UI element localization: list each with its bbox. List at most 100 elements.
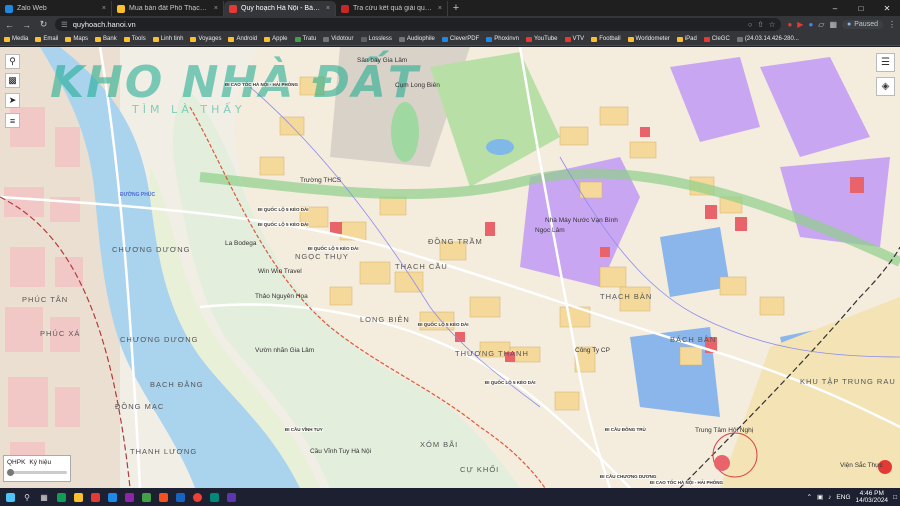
extension-adblock-icon[interactable]: ●	[787, 20, 792, 29]
tab-favicon-icon	[229, 4, 237, 13]
profile-button[interactable]: ● Paused	[842, 20, 883, 29]
tab-close-icon[interactable]: ×	[102, 5, 106, 12]
map-tools-icon[interactable]: ≡	[5, 113, 20, 128]
opacity-slider[interactable]	[7, 469, 67, 476]
zoom-icon[interactable]: ○	[748, 20, 753, 29]
bookmark-item[interactable]: Apple	[264, 36, 288, 42]
area-label: ĐỒNG MẠC	[115, 402, 165, 411]
bookmark-item[interactable]: Phoxinvn	[486, 36, 519, 42]
task-view-icon[interactable]: ▦	[37, 491, 51, 503]
maximize-icon[interactable]: □	[848, 0, 874, 16]
taskbar-app-5-icon[interactable]	[122, 491, 136, 503]
search-icon[interactable]: ⚲	[20, 491, 34, 503]
bookmark-item[interactable]: CleGC	[703, 36, 730, 42]
bookmark-label: Tratu	[302, 36, 317, 42]
sidepanel-icon[interactable]: ▦	[829, 20, 837, 29]
map-search-icon[interactable]: ⚲	[5, 54, 20, 69]
bookmark-folder-icon	[676, 36, 683, 42]
tray-chevron-icon[interactable]: ⌃	[807, 493, 812, 501]
area-label: PHÚC TÂN	[22, 295, 69, 304]
extension-translate-icon[interactable]: ●	[808, 20, 813, 29]
bookmark-folder-icon	[4, 36, 10, 42]
share-icon[interactable]: ⇧	[757, 20, 763, 29]
bookmark-item[interactable]: Android	[228, 36, 257, 42]
bookmark-item[interactable]: Tools	[123, 36, 146, 42]
bookmark-item[interactable]: Linh tinh	[152, 36, 183, 42]
map-locate-icon[interactable]: ➤	[5, 93, 20, 108]
language-indicator[interactable]: ENG	[836, 494, 850, 501]
tab-0[interactable]: Zalo Web ×	[0, 1, 112, 16]
bookmark-item[interactable]: Worldometer	[627, 36, 670, 42]
extensions-puzzle-icon[interactable]: ▱	[818, 20, 824, 29]
bookmark-item[interactable]: iPad	[676, 36, 697, 42]
tab-1[interactable]: Mua bán đất Phố Thạch Cầu, Gia... ×	[112, 1, 224, 16]
legend-panel[interactable]: QHPK Ký hiệu	[3, 455, 71, 482]
browser-toolbar: ← → ↻ ☰ quyhoach.hanoi.vn ○ ⇧ ☆ ● ▶ ● ▱ …	[0, 16, 900, 33]
taskbar-chrome-icon[interactable]	[190, 491, 204, 503]
bookmark-item[interactable]: (24.03.14.426-280...	[736, 36, 799, 42]
close-window-icon[interactable]: ✕	[874, 0, 900, 16]
tab-3[interactable]: Tra cứu kết quả giải quyết TTHC ×	[336, 1, 448, 16]
bookmark-star-icon[interactable]: ☆	[769, 20, 776, 29]
volume-icon[interactable]: ♪	[828, 494, 831, 501]
taskbar-app-1-icon[interactable]	[54, 491, 68, 503]
map-print-icon[interactable]: ▩	[5, 73, 20, 88]
tab-2[interactable]: Quy hoạch Hà Nội - Bản đồ ×	[224, 1, 336, 16]
taskbar-app-7-icon[interactable]	[156, 491, 170, 503]
bookmark-item[interactable]: CleverPDF	[441, 36, 479, 42]
bookmark-folder-icon	[264, 36, 271, 42]
taskbar-app-6-icon[interactable]	[139, 491, 153, 503]
tab-close-icon[interactable]: ×	[326, 5, 330, 12]
extension-ytb-icon[interactable]: ▶	[797, 20, 803, 29]
avatar: ●	[847, 21, 852, 28]
notification-icon[interactable]: □	[893, 494, 897, 501]
road-label: ĐI QUỐC LỘ 5 KÉO DÀI	[258, 207, 309, 212]
minimize-icon[interactable]: –	[822, 0, 848, 16]
bookmark-item[interactable]: Maps	[65, 36, 88, 42]
planning-map[interactable]: KHO NHÀ ĐẤT TÌM LÀ THẤY ⚲ ▩ ➤ ≡ ☰ ◈ Sân …	[0, 47, 900, 488]
bookmark-label: Media	[12, 36, 29, 42]
taskbar-app-4-icon[interactable]	[105, 491, 119, 503]
profile-status-label: Paused	[854, 21, 878, 28]
bookmark-label: Football	[599, 36, 621, 42]
bookmark-item[interactable]: Audiophile	[398, 36, 435, 42]
forward-icon[interactable]: →	[21, 20, 32, 30]
back-icon[interactable]: ←	[4, 20, 15, 30]
reload-icon[interactable]: ↻	[38, 19, 49, 30]
bookmark-folder-icon	[294, 36, 301, 42]
bookmark-item[interactable]: Media	[4, 36, 28, 42]
bookmark-item[interactable]: Voyages	[190, 36, 221, 42]
start-icon[interactable]	[3, 491, 17, 503]
road-label: ĐI QUỐC LỘ 5 KÉO DÀI	[308, 246, 359, 251]
new-tab-button[interactable]: +	[448, 1, 464, 16]
legend-qhpk-label[interactable]: QHPK	[7, 459, 25, 466]
tab-favicon-icon	[117, 4, 125, 13]
bookmark-item[interactable]: Football	[591, 36, 621, 42]
taskbar-app-3-icon[interactable]	[88, 491, 102, 503]
tab-close-icon[interactable]: ×	[438, 5, 442, 12]
bookmark-item[interactable]: YouTube	[525, 36, 558, 42]
menu-kebab-icon[interactable]: ⋮	[888, 20, 896, 29]
menu-hamburger-icon[interactable]: ☰	[876, 53, 895, 72]
bookmark-label: Worldometer	[635, 36, 670, 42]
bookmark-item[interactable]: Tratu	[294, 36, 317, 42]
park-ellipse	[391, 102, 419, 162]
bookmark-item[interactable]: Email	[35, 36, 58, 42]
bookmark-item[interactable]: Vidotour	[323, 36, 354, 42]
taskbar-app-8-icon[interactable]	[173, 491, 187, 503]
site-info-icon[interactable]: ☰	[61, 20, 68, 29]
legend-symbol-label[interactable]: Ký hiệu	[29, 459, 51, 466]
bookmark-item[interactable]: Lossless	[360, 36, 392, 42]
lake-3	[660, 227, 730, 297]
network-icon[interactable]: ▣	[817, 493, 823, 501]
clock[interactable]: 4:46 PM 14/03/2024	[856, 490, 889, 504]
layers-icon[interactable]: ◈	[876, 77, 895, 96]
taskbar-app-10-icon[interactable]	[224, 491, 238, 503]
address-bar[interactable]: ☰ quyhoach.hanoi.vn ○ ⇧ ☆	[55, 18, 782, 31]
taskbar-app-9-icon[interactable]	[207, 491, 221, 503]
bookmark-item[interactable]: VTV	[564, 36, 584, 42]
slider-handle[interactable]	[7, 469, 14, 476]
bookmark-item[interactable]: Bank	[95, 36, 117, 42]
tab-close-icon[interactable]: ×	[214, 5, 218, 12]
taskbar-app-2-icon[interactable]	[71, 491, 85, 503]
